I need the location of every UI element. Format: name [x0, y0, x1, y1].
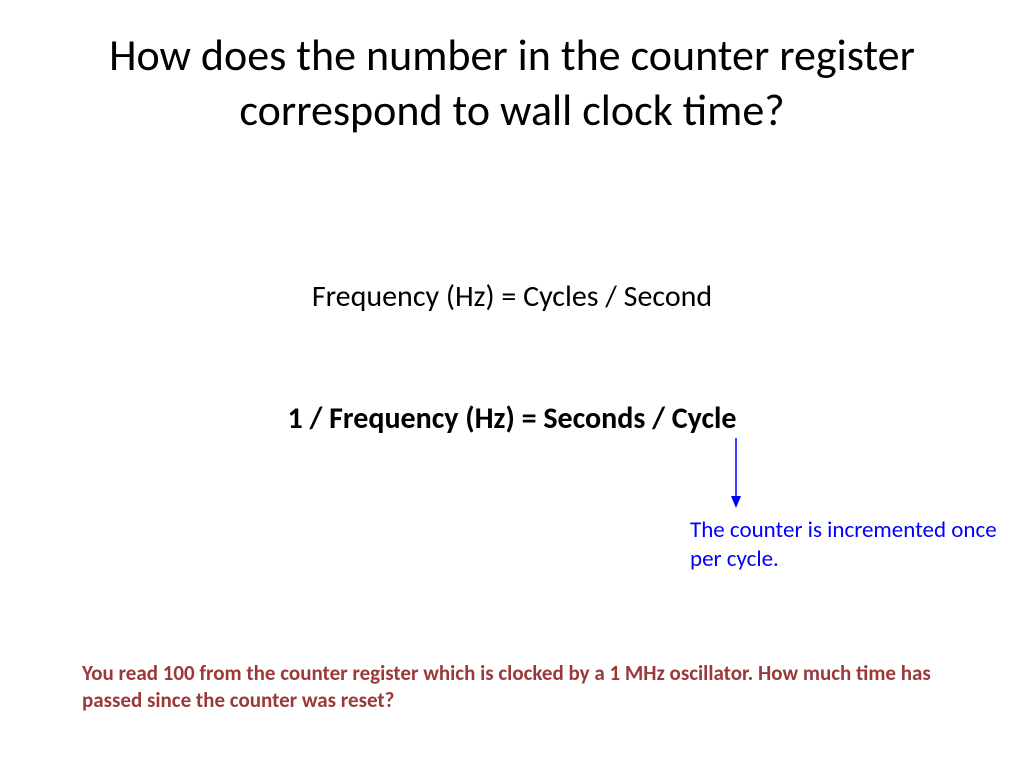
- arrow-icon: [728, 438, 744, 513]
- equation-frequency: Frequency (Hz) = Cycles / Second: [0, 278, 1024, 315]
- annotation-text: The counter is incremented once per cycl…: [690, 516, 1000, 574]
- question-text: You read 100 from the counter register w…: [82, 660, 964, 715]
- slide-title: How does the number in the counter regis…: [0, 28, 1024, 138]
- equation-inverse-frequency: 1 / Frequency (Hz) = Seconds / Cycle: [0, 400, 1024, 437]
